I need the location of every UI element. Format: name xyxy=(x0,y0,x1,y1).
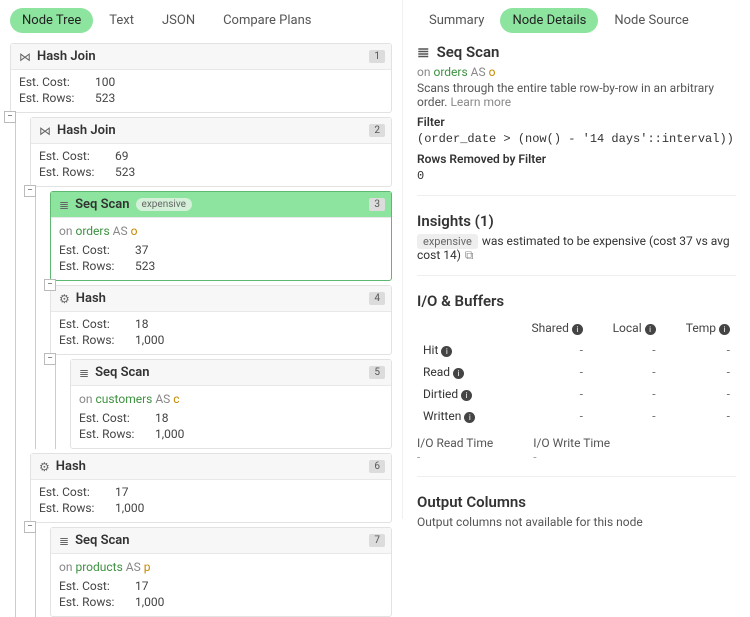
tree-node[interactable]: ⋈ Hash Join 2 Est. Cost:69Est. Rows:523 xyxy=(30,117,392,187)
seq-scan-icon: ≣ xyxy=(79,366,89,380)
node-index: 4 xyxy=(369,292,385,305)
tab-summary[interactable]: Summary xyxy=(417,8,496,33)
node-index: 6 xyxy=(369,460,385,473)
info-icon[interactable]: i xyxy=(441,346,452,357)
est-rows: Est. Rows:523 xyxy=(39,164,383,180)
io-title: I/O & Buffers xyxy=(417,292,736,310)
hash-icon: ⚙ xyxy=(39,460,50,474)
external-link-icon[interactable]: ⧉ xyxy=(465,248,474,262)
tree-node[interactable]: ⚙ Hash 6 Est. Cost:17Est. Rows:1,000 xyxy=(30,453,392,523)
node-index: 7 xyxy=(369,534,385,547)
node-name: Hash Join xyxy=(57,123,116,138)
node-name: Hash xyxy=(56,459,86,474)
tab-node-details[interactable]: Node Details xyxy=(500,8,598,33)
collapse-toggle[interactable]: − xyxy=(4,111,16,123)
node-badge: expensive xyxy=(136,198,192,211)
tree-node[interactable]: ≣ Seq Scan expensive 3 on orders AS oEst. Co… xyxy=(50,191,392,281)
tab-node-tree[interactable]: Node Tree xyxy=(10,8,93,33)
node-index: 3 xyxy=(369,198,385,211)
tree-node[interactable]: ⋈ Hash Join 1 Est. Cost:100Est. Rows:523 xyxy=(10,43,392,113)
insight-row: expensivewas estimated to be expensive (… xyxy=(417,234,736,263)
tab-node-source[interactable]: Node Source xyxy=(602,8,700,33)
tab-json[interactable]: JSON xyxy=(150,8,207,33)
info-icon[interactable]: i xyxy=(572,324,583,335)
node-name: Hash xyxy=(76,291,106,306)
learn-more-link[interactable]: Learn more xyxy=(450,95,511,109)
detail-on: on orders AS o xyxy=(417,65,736,79)
node-relation: on products AS p xyxy=(59,558,383,578)
node-relation: on customers AS c xyxy=(79,390,383,410)
detail-title: ≣Seq Scan xyxy=(417,43,736,61)
collapse-toggle[interactable]: − xyxy=(44,353,56,365)
est-cost: Est. Cost:18 xyxy=(59,316,383,332)
est-rows: Est. Rows:523 xyxy=(19,90,383,106)
removed-value: 0 xyxy=(417,169,736,183)
node-name: Seq Scan xyxy=(75,533,129,548)
seq-scan-icon: ≣ xyxy=(59,198,69,212)
hash-join-icon: ⋈ xyxy=(39,124,51,138)
est-rows: Est. Rows:523 xyxy=(59,258,383,274)
node-index: 2 xyxy=(369,124,385,137)
filter-label: Filter xyxy=(417,115,736,129)
seq-scan-icon: ≣ xyxy=(59,534,69,548)
output-text: Output columns not available for this no… xyxy=(417,515,736,529)
est-cost: Est. Cost:37 xyxy=(59,242,383,258)
detail-desc: Scans through the entire table row-by-ro… xyxy=(417,81,736,109)
est-rows: Est. Rows:1,000 xyxy=(39,500,383,516)
est-cost: Est. Cost:18 xyxy=(79,410,383,426)
info-icon[interactable]: i xyxy=(464,412,475,423)
tab-text[interactable]: Text xyxy=(97,8,146,33)
io-times: I/O Read Time- I/O Write Time- xyxy=(417,436,736,464)
tree-node[interactable]: ≣ Seq Scan 5 on customers AS cEst. Cost:18E… xyxy=(70,359,392,449)
info-icon[interactable]: i xyxy=(645,324,656,335)
insight-badge: expensive xyxy=(417,234,478,249)
info-icon[interactable]: i xyxy=(453,368,464,379)
tab-compare-plans[interactable]: Compare Plans xyxy=(211,8,323,33)
est-cost: Est. Cost:17 xyxy=(59,578,383,594)
est-cost: Est. Cost:100 xyxy=(19,74,383,90)
node-name: Hash Join xyxy=(37,49,96,64)
collapse-toggle[interactable]: − xyxy=(24,185,36,197)
info-icon[interactable]: i xyxy=(461,390,472,401)
removed-label: Rows Removed by Filter xyxy=(417,152,736,166)
info-icon[interactable]: i xyxy=(719,324,730,335)
insights-title: Insights (1) xyxy=(417,212,736,230)
est-cost: Est. Cost:69 xyxy=(39,148,383,164)
hash-join-icon: ⋈ xyxy=(19,50,31,64)
filter-expr: (order_date > (now() - '14 days'::interv… xyxy=(417,132,736,146)
est-cost: Est. Cost:17 xyxy=(39,484,383,500)
node-index: 1 xyxy=(369,50,385,63)
io-table: SharediLocaliTempiHiti---Readi---Dirtied… xyxy=(417,316,736,428)
hash-icon: ⚙ xyxy=(59,292,70,306)
est-rows: Est. Rows:1,000 xyxy=(59,332,383,348)
collapse-toggle[interactable]: − xyxy=(24,521,36,533)
est-rows: Est. Rows:1,000 xyxy=(79,426,383,442)
tree-node[interactable]: ≣ Seq Scan 7 on products AS pEst. Cost:17Es… xyxy=(50,527,392,617)
node-name: Seq Scan xyxy=(95,365,149,380)
est-rows: Est. Rows:1,000 xyxy=(59,594,383,610)
node-relation: on orders AS o xyxy=(59,222,383,242)
collapse-toggle[interactable]: − xyxy=(44,279,56,291)
node-name: Seq Scan xyxy=(75,197,129,212)
output-title: Output Columns xyxy=(417,493,736,511)
tree-node[interactable]: ⚙ Hash 4 Est. Cost:18Est. Rows:1,000 xyxy=(50,285,392,355)
node-index: 5 xyxy=(369,366,385,379)
